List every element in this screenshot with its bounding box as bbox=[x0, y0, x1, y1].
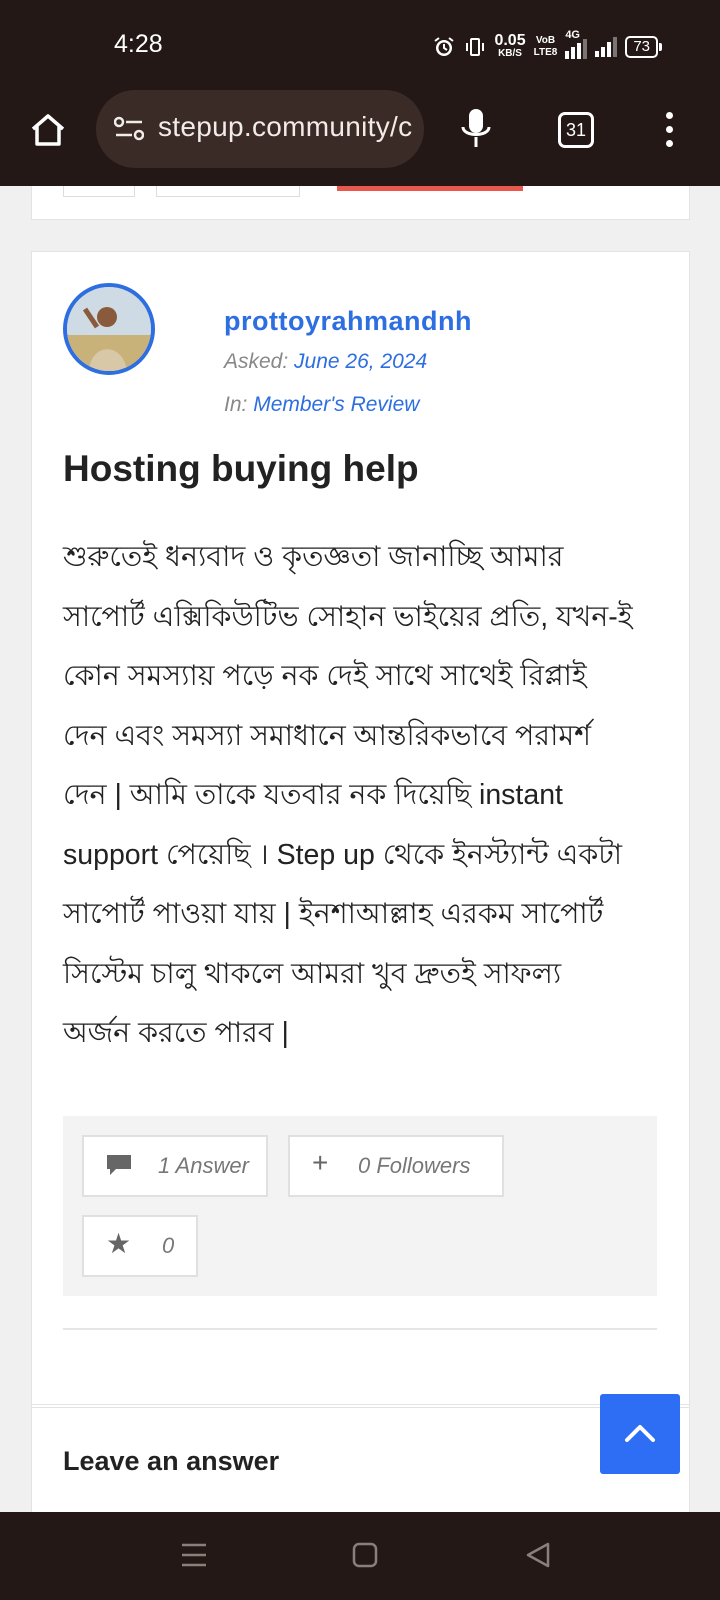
status-time: 4:28 bbox=[114, 30, 163, 58]
home-square-icon[interactable] bbox=[352, 1542, 378, 1568]
body-line: দেন | আমি তাকে যতবার নক দিয়েছি instant bbox=[63, 779, 563, 811]
leave-answer-section: Leave an answer bbox=[31, 1407, 690, 1512]
divider bbox=[63, 1328, 657, 1330]
divider bbox=[32, 1404, 689, 1405]
status-icons: 0.05 KB/S VoB LTE8 4G 73 bbox=[432, 29, 662, 60]
plus-icon: + bbox=[312, 1147, 329, 1178]
answers-button[interactable]: 1 Answer bbox=[82, 1135, 268, 1197]
body-line: কোন সমস্যায় পড়ে নক দেই সাথে সাথেই রিপ্… bbox=[63, 660, 587, 692]
asked-date[interactable]: June 26, 2024 bbox=[294, 350, 427, 373]
follow-button[interactable]: + 0 Followers bbox=[288, 1135, 504, 1197]
body-line: অর্জন করতে পারব | bbox=[63, 1017, 289, 1049]
body-line: সাপোর্ট এক্সিকিউটিভ সোহান ভাইয়ের প্রতি,… bbox=[63, 600, 633, 633]
url-text[interactable]: stepup.community/c bbox=[158, 111, 412, 143]
author-name[interactable]: prottoyrahmandnh bbox=[224, 306, 472, 337]
site-settings-icon[interactable] bbox=[114, 116, 144, 142]
previous-card-button[interactable] bbox=[156, 186, 300, 197]
status-bar: 4:28 0.05 KB/S VoB LTE8 4G 73 bbox=[0, 0, 720, 90]
system-navigation-bar bbox=[0, 1512, 720, 1600]
scroll-to-top-button[interactable] bbox=[600, 1394, 680, 1474]
star-icon: ★ bbox=[106, 1228, 132, 1259]
alarm-icon bbox=[434, 36, 455, 56]
signal-4g: 4G bbox=[565, 29, 588, 59]
browser-toolbar: stepup.community/c 31 bbox=[0, 90, 720, 186]
question-stats: 1 Answer + 0 Followers ★ 0 bbox=[63, 1116, 657, 1296]
signal-strength-2-icon bbox=[595, 36, 618, 57]
previous-question-card bbox=[31, 186, 690, 220]
comment-icon bbox=[107, 1155, 131, 1175]
question-title: Hosting buying help bbox=[63, 448, 419, 489]
category-row: In: Member's Review bbox=[224, 393, 420, 416]
avatar-photo bbox=[67, 287, 151, 371]
body-line: শুরুতেই ধন্যবাদ ও কৃতজ্ঞতা জানাচ্ছি আমার bbox=[63, 541, 564, 573]
body-line: সিস্টেম চালু থাকলে আমরা খুব দ্রুতই সাফল্… bbox=[63, 957, 562, 990]
more-options-icon[interactable] bbox=[666, 112, 674, 154]
back-icon[interactable] bbox=[524, 1541, 552, 1569]
tab-switcher-button[interactable]: 31 bbox=[558, 112, 594, 148]
asked-date-row: Asked: June 26, 2024 bbox=[224, 350, 428, 373]
net-speed: 0.05 KB/S bbox=[494, 32, 526, 60]
volte-indicator: VoB LTE8 bbox=[533, 34, 558, 58]
category-link[interactable]: Member's Review bbox=[253, 393, 419, 416]
vote-button[interactable]: ★ 0 bbox=[82, 1215, 198, 1277]
question-card: prottoyrahmandnh Asked: June 26, 2024 In… bbox=[31, 251, 690, 1413]
previous-card-button[interactable] bbox=[63, 186, 135, 197]
battery-indicator: 73 bbox=[625, 35, 662, 58]
address-bar[interactable]: stepup.community/c bbox=[96, 90, 424, 168]
avatar[interactable] bbox=[63, 283, 155, 375]
leave-answer-heading: Leave an answer bbox=[63, 1446, 280, 1476]
body-line: দেন এবং সমস্যা সমাধানে আন্তরিকভাবে পরামর… bbox=[63, 719, 592, 752]
question-body: শুরুতেই ধন্যবাদ ও কৃতজ্ঞতা জানাচ্ছি আমার… bbox=[63, 528, 663, 1064]
menu-icon[interactable] bbox=[180, 1542, 208, 1568]
vibrate-icon bbox=[466, 37, 485, 56]
microphone-icon[interactable] bbox=[458, 107, 494, 151]
body-line: support পেয়েছি । Step up থেকে ইনস্ট্যান… bbox=[63, 838, 623, 871]
previous-card-accent bbox=[337, 186, 523, 191]
signal-strength-icon bbox=[565, 38, 588, 59]
home-icon[interactable] bbox=[28, 110, 68, 150]
body-line: সাপোর্ট পাওয়া যায় | ইনশাআল্লাহ এরকম সা… bbox=[63, 898, 604, 930]
chevron-up-icon bbox=[625, 1425, 655, 1442]
